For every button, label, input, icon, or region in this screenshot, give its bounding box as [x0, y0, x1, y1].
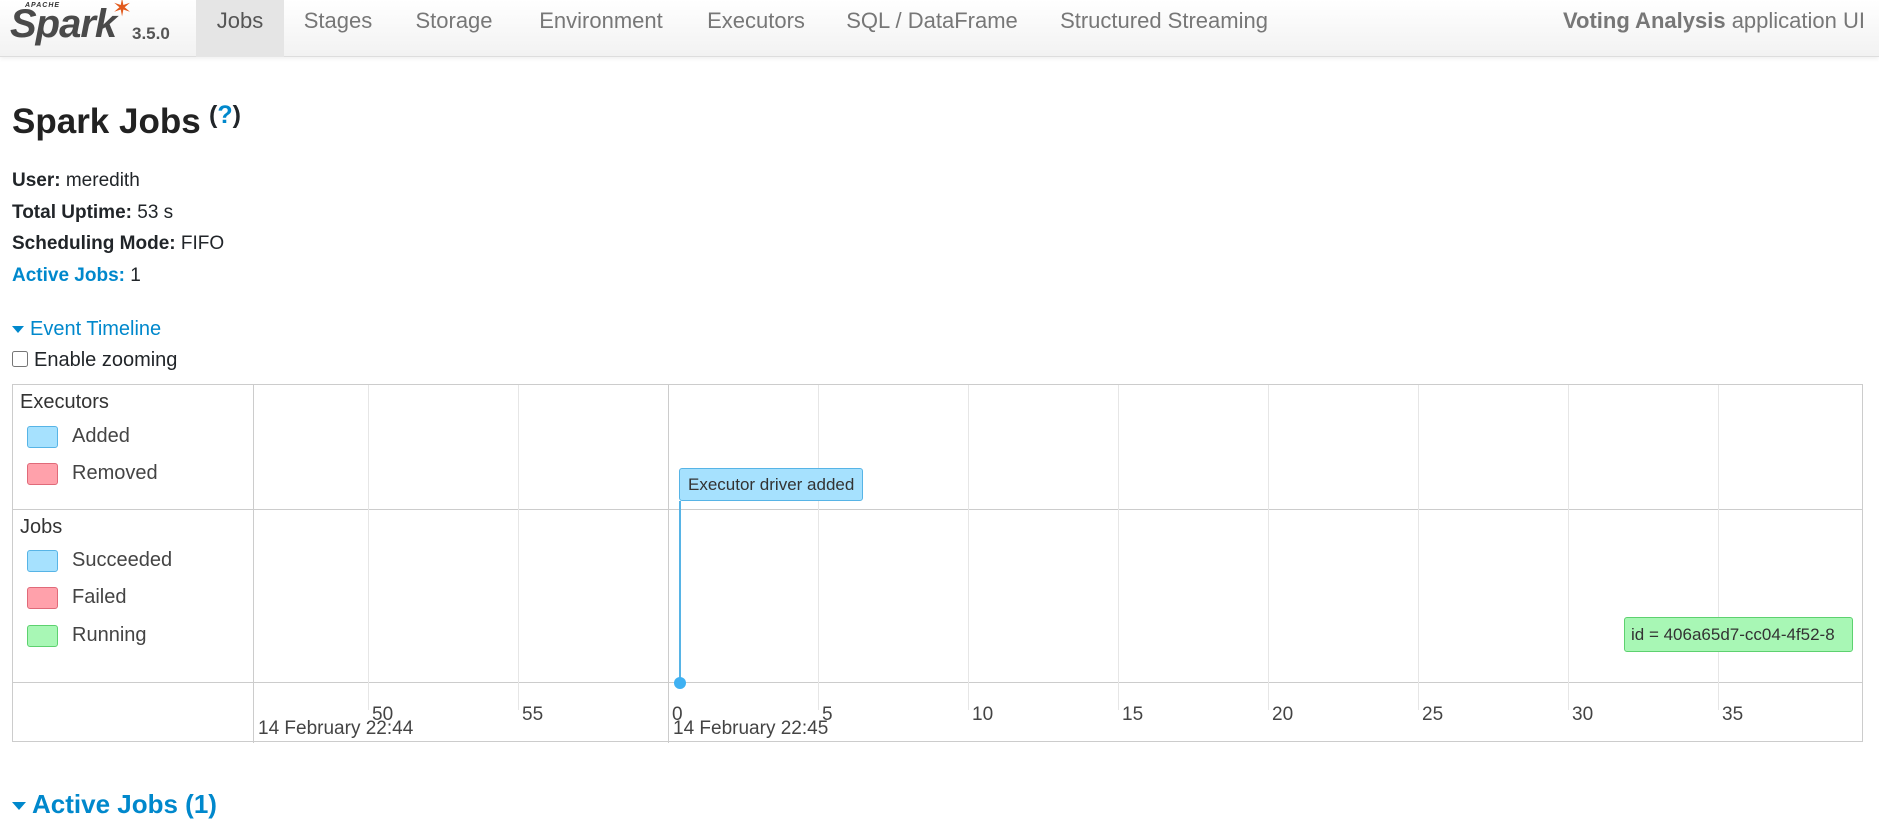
executor-event-line — [679, 501, 681, 683]
axis-tick: 10 — [972, 704, 994, 725]
caret-down-icon — [12, 802, 26, 811]
succeeded-swatch — [27, 549, 58, 572]
axis-major-tick: 14 February 22:44 — [258, 718, 414, 739]
tab-executors[interactable]: Executors — [700, 0, 812, 57]
app-title: Voting Analysis application UI — [1563, 0, 1865, 42]
gridline — [1568, 385, 1569, 710]
spark-version: 3.5.0 — [132, 24, 170, 43]
gridline — [1418, 385, 1419, 710]
summary-user: User: meredith — [12, 170, 140, 192]
added-swatch — [27, 425, 58, 448]
axis-divider — [13, 682, 1862, 683]
axis-tick: 55 — [522, 704, 544, 725]
executor-added-event[interactable]: Executor driver added — [679, 468, 864, 501]
scheduling-label: Scheduling Mode: — [12, 233, 176, 254]
uptime-label: Total Uptime: — [12, 202, 132, 223]
summary-uptime: Total Uptime: 53 s — [12, 202, 173, 224]
tab-sql-dataframe[interactable]: SQL / DataFrame — [838, 0, 1026, 57]
axis-tick: 35 — [1722, 704, 1744, 725]
legend-failed-label: Failed — [72, 586, 127, 608]
axis-major-tick: 14 February 22:45 — [673, 718, 829, 739]
user-value: meredith — [65, 170, 140, 191]
tab-storage[interactable]: Storage — [406, 0, 502, 57]
summary-active-jobs: Active Jobs: 1 — [12, 265, 141, 287]
axis-tick: 30 — [1572, 704, 1594, 725]
gridline — [518, 385, 519, 710]
tab-stages[interactable]: Stages — [296, 0, 380, 57]
legend-added-label: Added — [72, 425, 130, 447]
caret-down-icon — [12, 326, 24, 334]
help-question-icon: ? — [217, 101, 233, 129]
legend-added: Added — [27, 425, 130, 448]
user-label: User: — [12, 170, 61, 191]
tab-environment[interactable]: Environment — [528, 0, 674, 57]
executors-jobs-divider — [13, 509, 1862, 510]
legend-running-label: Running — [72, 624, 147, 646]
executor-event-dot — [674, 677, 686, 689]
gridline — [968, 385, 969, 710]
timeline-label-divider — [253, 385, 254, 743]
spark-logo[interactable]: Spark APACHE ✶ 3.5.0 — [8, 0, 188, 57]
legend-succeeded-label: Succeeded — [72, 549, 173, 571]
axis-tick: 20 — [1272, 704, 1294, 725]
tab-jobs[interactable]: Jobs — [196, 0, 284, 57]
axis-tick: 15 — [1122, 704, 1144, 725]
gridline — [368, 385, 369, 710]
axis-tick: 25 — [1422, 704, 1444, 725]
navbar: Spark APACHE ✶ 3.5.0 Jobs Stages Storage… — [0, 0, 1879, 57]
legend-removed-label: Removed — [72, 462, 158, 484]
gridline-major — [668, 385, 669, 743]
gridline — [1268, 385, 1269, 710]
spark-star-icon: ✶ — [112, 0, 133, 22]
active-jobs-link[interactable]: Active Jobs: — [12, 265, 125, 286]
apache-logo-text: APACHE — [25, 2, 61, 9]
enable-zooming[interactable]: Enable zooming — [12, 349, 177, 372]
scheduling-value: FIFO — [180, 233, 225, 254]
active-jobs-section-toggle[interactable]: Active Jobs (1) — [12, 789, 217, 820]
help-close: ) — [232, 101, 241, 129]
event-timeline-label: Event Timeline — [30, 318, 162, 340]
event-timeline[interactable]: Executors Added Removed Jobs Succeeded F… — [12, 384, 1863, 743]
help-link[interactable]: (?) — [209, 101, 241, 130]
failed-swatch — [27, 586, 58, 609]
legend-removed: Removed — [27, 462, 158, 485]
running-job-event[interactable]: id = 406a65d7-cc04-4f52-8 — [1624, 617, 1853, 652]
running-swatch — [27, 624, 58, 647]
legend-succeeded: Succeeded — [27, 549, 172, 572]
page-title: Spark Jobs — [12, 102, 201, 141]
gridline — [1718, 385, 1719, 710]
active-jobs-section-label: Active Jobs (1) — [32, 789, 217, 819]
jobs-group-label: Jobs — [20, 516, 63, 538]
event-timeline-toggle[interactable]: Event Timeline — [12, 318, 161, 341]
gridline — [818, 385, 819, 710]
enable-zooming-checkbox[interactable] — [12, 351, 28, 367]
app-suffix: application UI — [1731, 8, 1865, 33]
app-name: Voting Analysis — [1562, 8, 1726, 33]
uptime-value: 53 s — [137, 202, 174, 223]
active-jobs-count: 1 — [130, 265, 141, 286]
enable-zooming-label: Enable zooming — [34, 349, 178, 371]
legend-failed: Failed — [27, 586, 126, 609]
legend-running: Running — [27, 624, 147, 647]
removed-swatch — [27, 462, 58, 485]
gridline — [1118, 385, 1119, 710]
summary-scheduling: Scheduling Mode: FIFO — [12, 233, 224, 255]
executors-group-label: Executors — [20, 391, 109, 413]
tab-structured-streaming[interactable]: Structured Streaming — [1052, 0, 1276, 57]
